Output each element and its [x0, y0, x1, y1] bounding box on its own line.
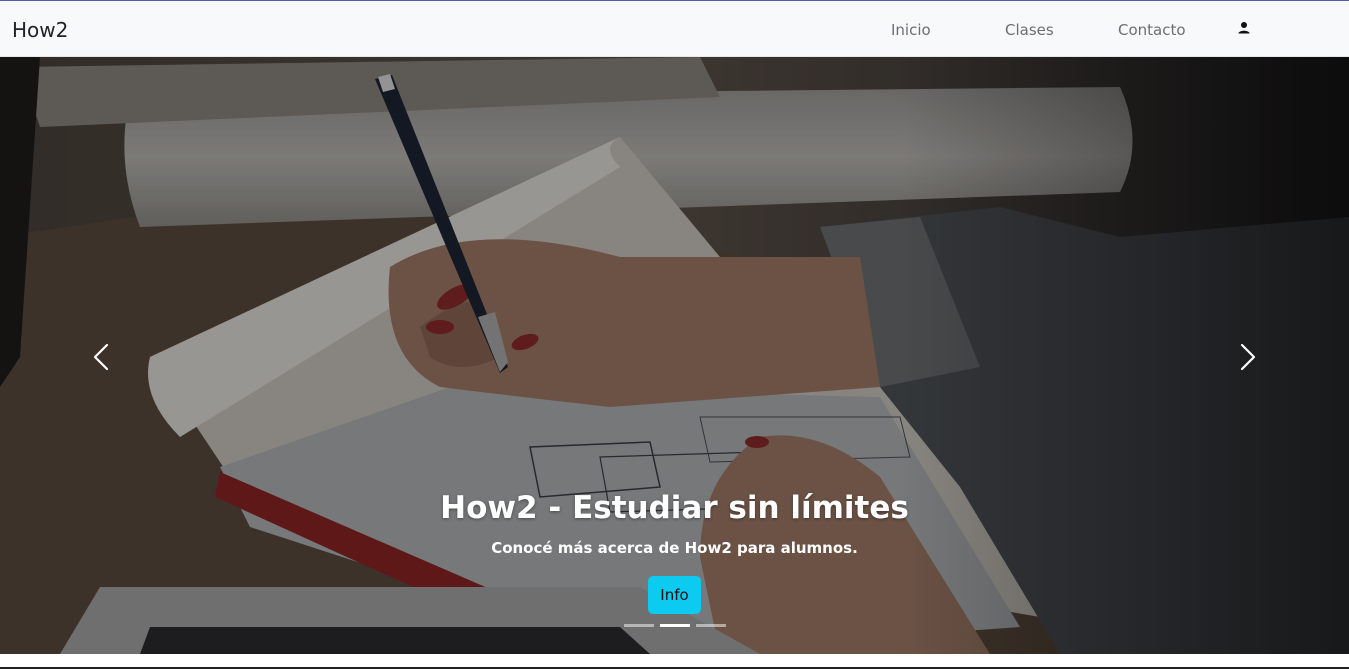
- hero-carousel: How2 - Estudiar sin límites Conocé más a…: [0, 57, 1349, 654]
- person-icon: [1238, 22, 1250, 34]
- carousel-next-button[interactable]: [1227, 337, 1267, 377]
- carousel-indicator-2[interactable]: [660, 624, 690, 627]
- nav-link-inicio[interactable]: Inicio: [891, 21, 931, 39]
- brand-logo[interactable]: How2: [12, 18, 68, 42]
- user-account-button[interactable]: [1236, 20, 1252, 36]
- hero-background-image: [0, 57, 1349, 654]
- carousel-indicators: [624, 624, 734, 628]
- carousel-caption-subtitle: Conocé más acerca de How2 para alumnos.: [491, 539, 858, 557]
- info-button[interactable]: Info: [648, 576, 701, 614]
- page-bottom-edge: [0, 654, 1349, 669]
- chevron-right-icon: [1240, 343, 1256, 371]
- navbar: How2 Inicio Clases Contacto: [0, 1, 1349, 57]
- nav-link-contacto[interactable]: Contacto: [1118, 21, 1186, 39]
- chevron-left-icon: [93, 343, 109, 371]
- carousel-caption-title: How2 - Estudiar sin límites: [440, 490, 909, 526]
- carousel-indicator-3[interactable]: [696, 624, 726, 627]
- carousel-prev-button[interactable]: [82, 337, 122, 377]
- carousel-indicator-1[interactable]: [624, 624, 654, 627]
- nav-link-clases[interactable]: Clases: [1005, 21, 1054, 39]
